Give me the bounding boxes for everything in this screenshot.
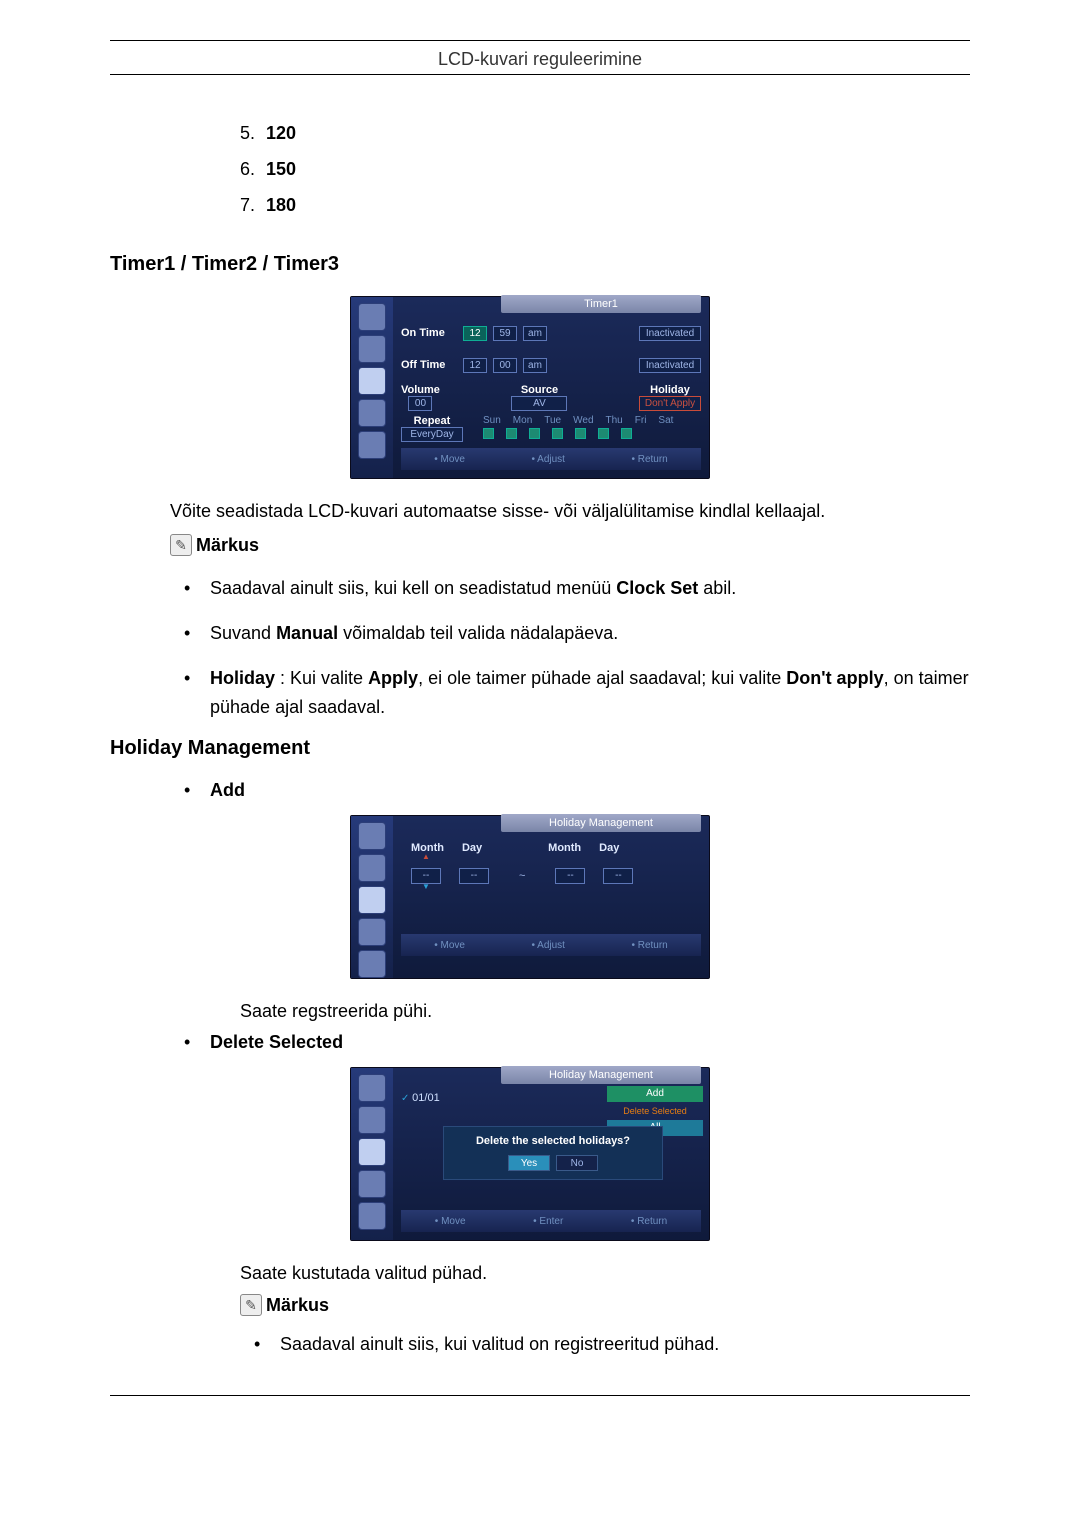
add-heading: Add	[210, 780, 970, 801]
days-header: Sun Mon Tue Wed Thu Fri Sat	[483, 415, 673, 426]
section-heading-timer: Timer1 / Timer2 / Timer3	[110, 253, 970, 276]
add-description: Saate regstreerida pühi.	[240, 1001, 970, 1022]
on-time-min: 59	[493, 326, 517, 341]
delete-selected-heading: Delete Selected	[210, 1032, 970, 1053]
note-label: Märkus	[196, 535, 259, 556]
osd-sidebar-item	[358, 335, 386, 363]
arrow-down-icon: ▼	[411, 884, 441, 890]
osd-sidebar-item	[358, 1170, 386, 1198]
osd-footer-return: Return	[631, 940, 667, 951]
day-end-input: --	[603, 868, 633, 884]
osd-sidebar-item	[358, 950, 386, 978]
osd-title: Timer1	[501, 295, 701, 313]
osd-footer-adjust: Adjust	[531, 940, 565, 951]
list-item: 5.120	[240, 115, 970, 151]
osd-sidebar-item	[358, 399, 386, 427]
osd-sidebar-item-active	[358, 886, 386, 914]
off-time-label: Off Time	[401, 359, 457, 371]
note-item: Saadaval ainult siis, kui valitud on reg…	[280, 1334, 970, 1355]
source-value: AV	[511, 396, 567, 411]
on-time-label: On Time	[401, 327, 457, 339]
month-end-input: --	[555, 868, 585, 884]
page-header-title: LCD-kuvari reguleerimine	[110, 49, 970, 70]
osd-sidebar-item	[358, 854, 386, 882]
osd-sidebar-item	[358, 1074, 386, 1102]
timer-osd-screenshot: Timer1 On Time 12 59 am Inactivated Off …	[350, 296, 710, 479]
holiday-add-osd-screenshot: Holiday Management Month Day Month Day ▲	[350, 815, 710, 979]
osd-sidebar-item	[358, 1202, 386, 1230]
month-header: Month	[548, 842, 581, 854]
timer-notes-list: Saadaval ainult siis, kui kell on seadis…	[210, 574, 970, 721]
day-header: Day	[599, 842, 619, 854]
osd-sidebar-item	[358, 1106, 386, 1134]
osd-title: Holiday Management	[501, 814, 701, 832]
holiday-label: Holiday	[650, 384, 690, 396]
range-tilde: ~	[519, 870, 525, 882]
section-heading-holiday: Holiday Management	[110, 737, 970, 760]
menu-add: Add	[607, 1086, 703, 1102]
confirm-dialog: Delete the selected holidays? Yes No	[443, 1126, 663, 1180]
osd-footer-adjust: Adjust	[531, 454, 565, 465]
arrow-up-icon: ▲	[411, 854, 441, 860]
dialog-no-button: No	[556, 1155, 598, 1171]
on-time-hour: 12	[463, 326, 487, 341]
osd-footer-enter: Enter	[533, 1216, 563, 1227]
off-time-ampm: am	[523, 358, 547, 373]
osd-sidebar-item	[358, 303, 386, 331]
osd-sidebar-item-active	[358, 367, 386, 395]
volume-value: 00	[408, 396, 432, 411]
delete-description: Saate kustutada valitud pühad.	[240, 1263, 970, 1284]
osd-sidebar	[351, 816, 393, 978]
on-time-state: Inactivated	[639, 326, 701, 341]
dialog-yes-button: Yes	[508, 1155, 550, 1171]
osd-footer-return: Return	[631, 1216, 667, 1227]
osd-footer-move: Move	[434, 940, 465, 951]
delete-notes-list: Saadaval ainult siis, kui valitud on reg…	[280, 1334, 970, 1355]
list-item: 6.150	[240, 151, 970, 187]
on-time-ampm: am	[523, 326, 547, 341]
menu-delete-selected: Delete Selected	[607, 1103, 703, 1119]
osd-footer-move: Move	[434, 454, 465, 465]
note-icon: ✎	[240, 1294, 262, 1316]
volume-label: Volume	[401, 384, 440, 396]
repeat-value: EveryDay	[401, 427, 463, 442]
off-time-hour: 12	[463, 358, 487, 373]
osd-footer-return: Return	[631, 454, 667, 465]
holiday-value: Don't Apply	[639, 396, 701, 411]
note-label: Märkus	[266, 1295, 329, 1316]
note-item: Suvand Manual võimaldab teil valida näda…	[210, 619, 970, 648]
note-icon: ✎	[170, 534, 192, 556]
osd-sidebar	[351, 1068, 393, 1240]
list-item: 7.180	[240, 187, 970, 223]
dialog-text: Delete the selected holidays?	[452, 1135, 654, 1147]
osd-title: Holiday Management	[501, 1066, 701, 1084]
repeat-label: Repeat	[414, 415, 451, 427]
osd-sidebar-item	[358, 431, 386, 459]
osd-sidebar	[351, 297, 393, 478]
timer-description: Võite seadistada LCD-kuvari automaatse s…	[170, 499, 970, 524]
osd-sidebar-item-active	[358, 1138, 386, 1166]
source-label: Source	[521, 384, 558, 396]
off-time-state: Inactivated	[639, 358, 701, 373]
note-item: Holiday : Kui valite Apply, ei ole taime…	[210, 664, 970, 722]
osd-sidebar-item	[358, 918, 386, 946]
holiday-delete-osd-screenshot: Holiday Management 01/01 Add Delete Sele…	[350, 1067, 710, 1241]
off-time-min: 00	[493, 358, 517, 373]
osd-sidebar-item	[358, 822, 386, 850]
day-header: Day	[462, 842, 482, 854]
osd-footer-move: Move	[435, 1216, 466, 1227]
day-start-input: --	[459, 868, 489, 884]
note-item: Saadaval ainult siis, kui kell on seadis…	[210, 574, 970, 603]
holiday-entry: 01/01	[401, 1092, 501, 1104]
days-checkboxes	[483, 428, 673, 439]
prev-numbered-list: 5.120 6.150 7.180	[240, 115, 970, 223]
